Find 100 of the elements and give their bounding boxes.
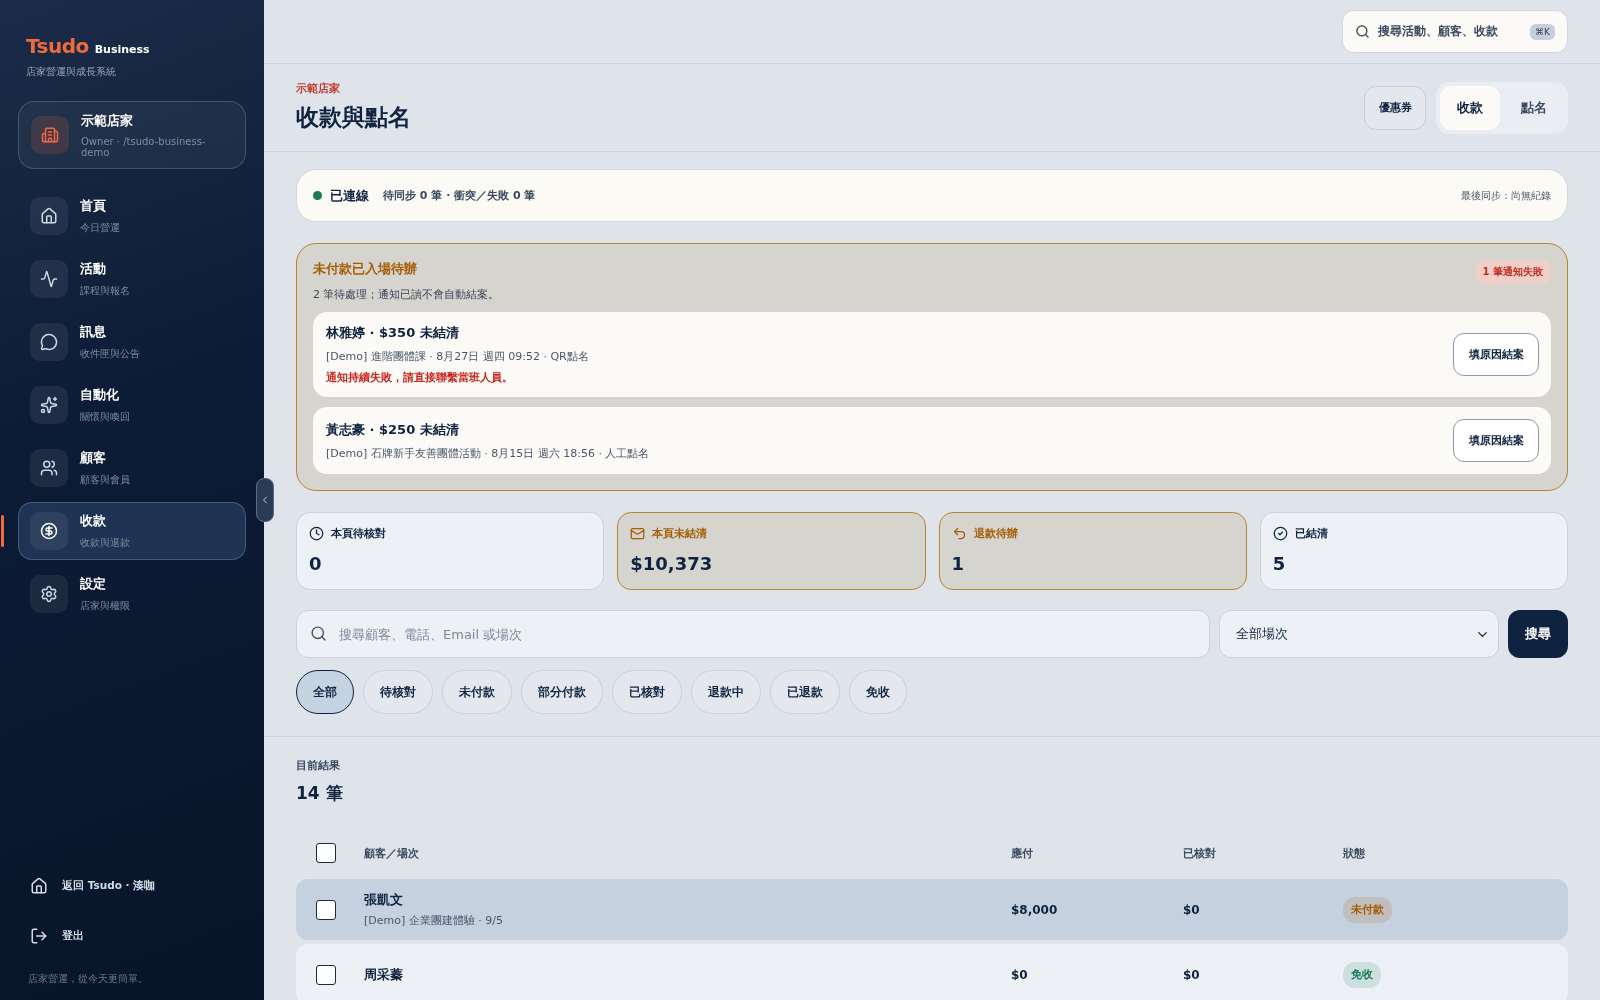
footer-link[interactable]: 返回 Tsudo · 湊咖 [62, 879, 156, 893]
amount-due: $0 [1011, 967, 1029, 982]
nav-sublabel: 關懷與喚回 [80, 409, 130, 424]
checkbox[interactable] [316, 964, 336, 985]
session-select[interactable]: 全部場次 [1219, 610, 1499, 658]
undo-icon [951, 526, 967, 541]
filter-chip[interactable]: 已退款 [770, 670, 840, 714]
stat-value: 5 [1272, 553, 1287, 574]
last-sync: 最後同步：尚無紀錄 [1461, 188, 1551, 203]
amount-verified: $0 [1183, 967, 1201, 982]
checkbox[interactable] [316, 899, 336, 920]
check-circle-icon [1272, 526, 1288, 541]
sparkle-icon [30, 386, 68, 424]
sync-detail: 待同步 0 筆 · 衝突／失敗 0 筆 [383, 188, 537, 203]
mail-icon [630, 526, 646, 541]
search-icon [310, 625, 327, 642]
users-icon [30, 449, 68, 487]
active-indicator [1, 515, 4, 547]
stat-label: 已結清 [1294, 526, 1328, 541]
status-badge: 免收 [1343, 961, 1381, 988]
column-header: 狀態 [1343, 845, 1366, 861]
filter-chip[interactable]: 待核對 [363, 670, 433, 714]
filter-chip[interactable]: 免收 [849, 670, 907, 714]
status-badge: 未付款 [1343, 896, 1392, 923]
search-icon [1355, 24, 1370, 39]
filter-chip[interactable]: 全部 [296, 670, 354, 714]
logo: Tsudo [26, 34, 89, 58]
alert-summary: 2 筆待處理；通知已讀不會自動結案。 [313, 287, 500, 302]
nav-label: 收款 [80, 512, 107, 530]
chat-bubble-icon [30, 323, 68, 361]
filter-chip[interactable]: 退款中 [691, 670, 761, 714]
nav-sublabel: 收款與退款 [80, 535, 130, 550]
building-icon [31, 116, 69, 154]
nav-label: 顧客 [80, 449, 107, 467]
shortcut-key: ⌘K [1530, 23, 1555, 40]
home-icon [30, 197, 68, 235]
stat-label: 退款待辦 [973, 526, 1018, 541]
checkbox[interactable] [316, 843, 336, 863]
filter-chip[interactable]: 部分付款 [521, 670, 603, 714]
failure-badge: 1 筆通知失敗 [1474, 260, 1551, 284]
pulse-icon [30, 260, 68, 298]
store-card[interactable]: 示範店家 Owner · /tsudo-business-demo [18, 101, 246, 169]
column-header: 應付 [1011, 845, 1034, 861]
results-label: 目前結果 [296, 758, 341, 773]
nav-item[interactable]: 自動化 關懷與喚回 [18, 376, 246, 434]
tab[interactable]: 收款 [1440, 85, 1500, 130]
stat-label: 本頁未結清 [652, 526, 708, 541]
store-meta: Owner · /tsudo-business-demo [81, 135, 207, 158]
customer-name: 周采蓁 [364, 965, 404, 984]
filter-chip[interactable]: 已核對 [612, 670, 682, 714]
alert-title: 未付款已入場待辦 [313, 260, 418, 278]
stat-label: 本頁待核對 [331, 526, 386, 541]
search-field[interactable]: 搜尋顧客、電話、Email 或場次 [296, 610, 1210, 658]
footer-note: 店家營運，從今天更簡單。 [27, 972, 149, 986]
nav-item[interactable]: 首頁 今日營運 [18, 187, 246, 245]
nav-label: 自動化 [80, 386, 120, 404]
nav-item[interactable]: 活動 課程與報名 [18, 250, 246, 308]
close-case-button[interactable]: 填原因結案 [1453, 333, 1539, 376]
tab[interactable]: 點名 [1504, 85, 1564, 130]
stat-value: $10,373 [630, 553, 714, 574]
collapse-button[interactable] [256, 478, 274, 522]
nav-sublabel: 收件匣與公告 [80, 346, 140, 361]
table-row[interactable]: 周采蓁 $0 $0 免收 [296, 944, 1568, 1000]
footer-link[interactable]: 登出 [62, 929, 84, 943]
nav-label: 設定 [80, 575, 107, 593]
logo-suffix: Business [94, 43, 150, 56]
pending-detail: [Demo] 石牌新手友善團體活動 · 8月15日 週六 18:56 · 人工點名 [326, 445, 650, 461]
results-count: 14 筆 [296, 782, 344, 805]
column-header: 已核對 [1183, 845, 1217, 861]
search-button[interactable]: 搜尋 [1508, 610, 1568, 658]
logout-icon [30, 927, 48, 945]
nav-sublabel: 顧客與會員 [80, 472, 130, 487]
search-field[interactable]: 搜尋活動、顧客、收款 ⌘K [1342, 10, 1568, 53]
coupon-button[interactable]: 優惠券 [1364, 85, 1426, 130]
settings-icon [30, 575, 68, 613]
nav-sublabel: 今日營運 [80, 220, 120, 235]
nav-item[interactable]: 設定 店家與權限 [18, 565, 246, 623]
amount-verified: $0 [1183, 902, 1201, 917]
nav-item[interactable]: 訊息 收件匣與公告 [18, 313, 246, 371]
table-row[interactable]: 張凱文 [Demo] 企業團建體驗 · 9/5 $8,000 $0 未付款 [296, 879, 1568, 940]
store-eyebrow: 示範店家 [296, 82, 341, 96]
close-case-button[interactable]: 填原因結案 [1453, 419, 1539, 462]
nav-label: 訊息 [80, 323, 107, 341]
filter-chip[interactable]: 未付款 [442, 670, 512, 714]
nav-label: 首頁 [80, 197, 107, 215]
clock-icon [309, 526, 324, 541]
error-message: 通知持續失敗，請直接聯繫當班人員。 [326, 371, 514, 385]
column-header: 顧客／場次 [364, 845, 420, 861]
sync-status: 已連線 [330, 186, 369, 205]
pending-title: 林雅婷 · $350 未結清 [326, 324, 460, 342]
pending-title: 黃志豪 · $250 未結清 [326, 420, 460, 439]
stat-value: 1 [951, 553, 966, 574]
nav-item[interactable]: 顧客 顧客與會員 [18, 439, 246, 497]
page-title: 收款與點名 [296, 103, 411, 132]
customer-name: 張凱文 [364, 891, 404, 909]
dollar-icon [30, 512, 68, 550]
home-icon [30, 877, 48, 895]
session-detail: [Demo] 企業團建體驗 · 9/5 [364, 913, 504, 928]
nav-label: 活動 [80, 260, 107, 278]
stat-value: 0 [309, 553, 323, 574]
